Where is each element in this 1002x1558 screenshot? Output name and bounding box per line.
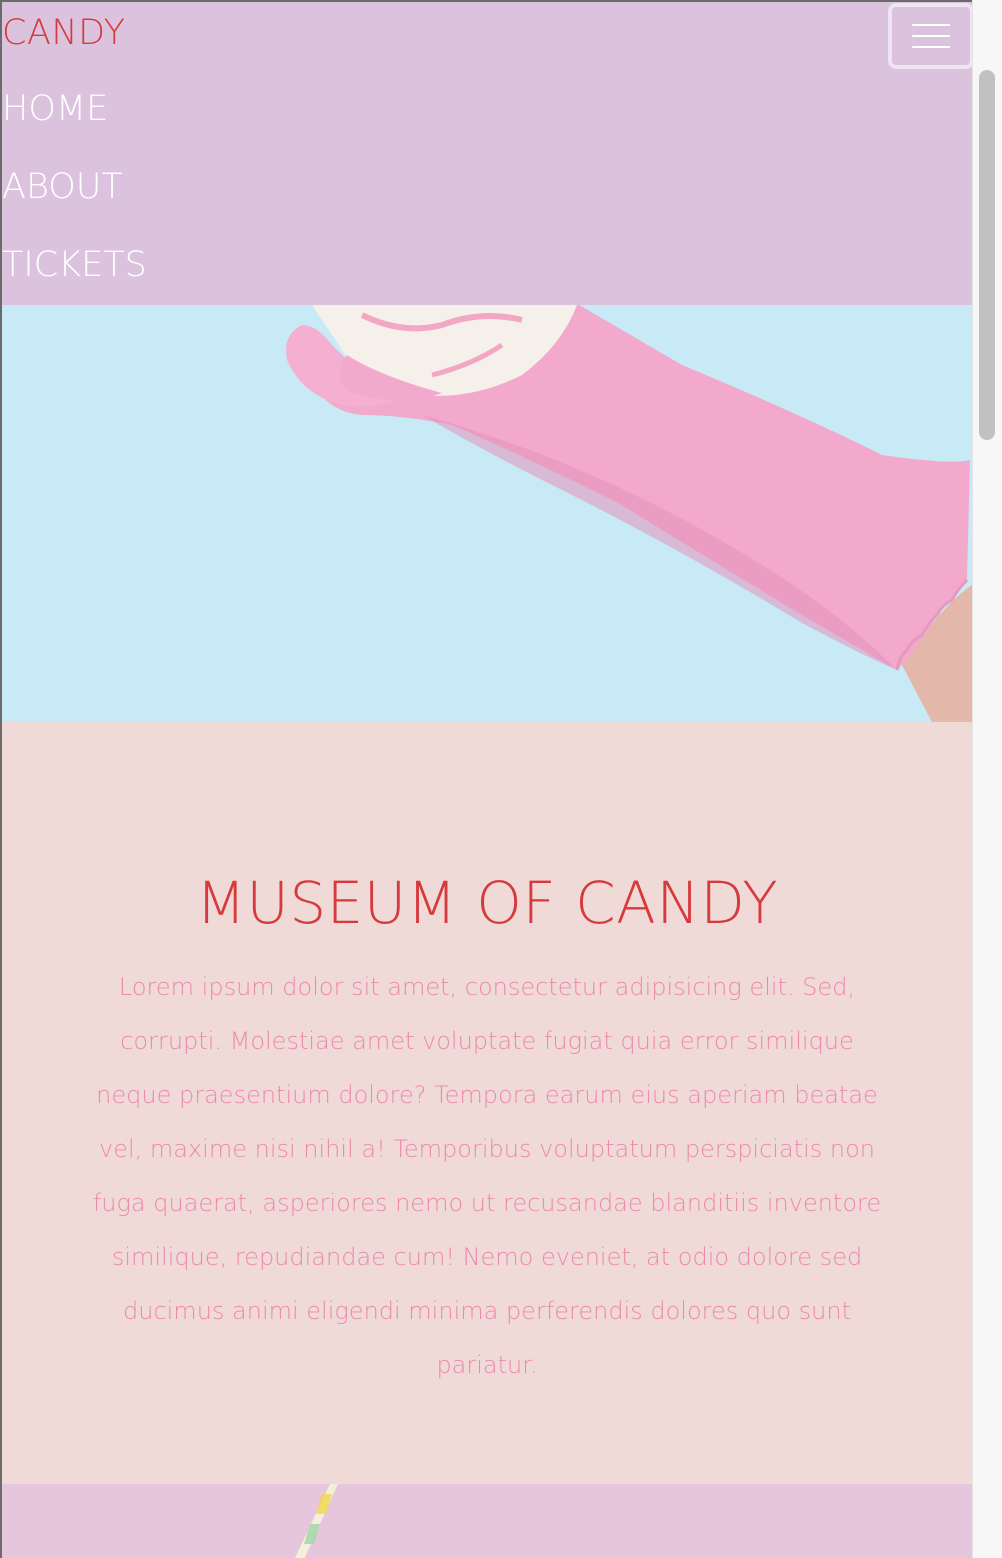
hero-image bbox=[2, 305, 972, 722]
brand-logo[interactable]: CANDY bbox=[2, 16, 125, 51]
navbar-toggler-button[interactable] bbox=[888, 3, 972, 69]
navbar: CANDY HOME ABOUT TICKETS bbox=[2, 2, 972, 305]
page-scrollbar[interactable] bbox=[972, 0, 1002, 1558]
candy-stick-illustration bbox=[294, 1484, 338, 1558]
about-body-text: Lorem ipsum dolor sit amet, consectetur … bbox=[92, 973, 882, 1379]
hamburger-menu-icon-bar bbox=[912, 35, 950, 37]
hamburger-menu-icon bbox=[912, 24, 950, 26]
hamburger-menu-icon-bar bbox=[912, 46, 950, 48]
nav-link-home[interactable]: HOME bbox=[2, 92, 108, 127]
nav-link-tickets[interactable]: TICKETS bbox=[2, 248, 147, 283]
about-title: MUSEUM OF CANDY bbox=[195, 869, 779, 937]
bottom-image bbox=[2, 1484, 972, 1558]
glove-illustration bbox=[286, 305, 972, 722]
scrollbar-thumb[interactable] bbox=[979, 70, 995, 440]
nav-link-about[interactable]: ABOUT bbox=[2, 170, 123, 205]
page: CANDY HOME ABOUT TICKETS MUSEUM OF CANDY… bbox=[2, 2, 972, 1558]
about-section: MUSEUM OF CANDY Lorem ipsum dolor sit am… bbox=[2, 722, 972, 1484]
